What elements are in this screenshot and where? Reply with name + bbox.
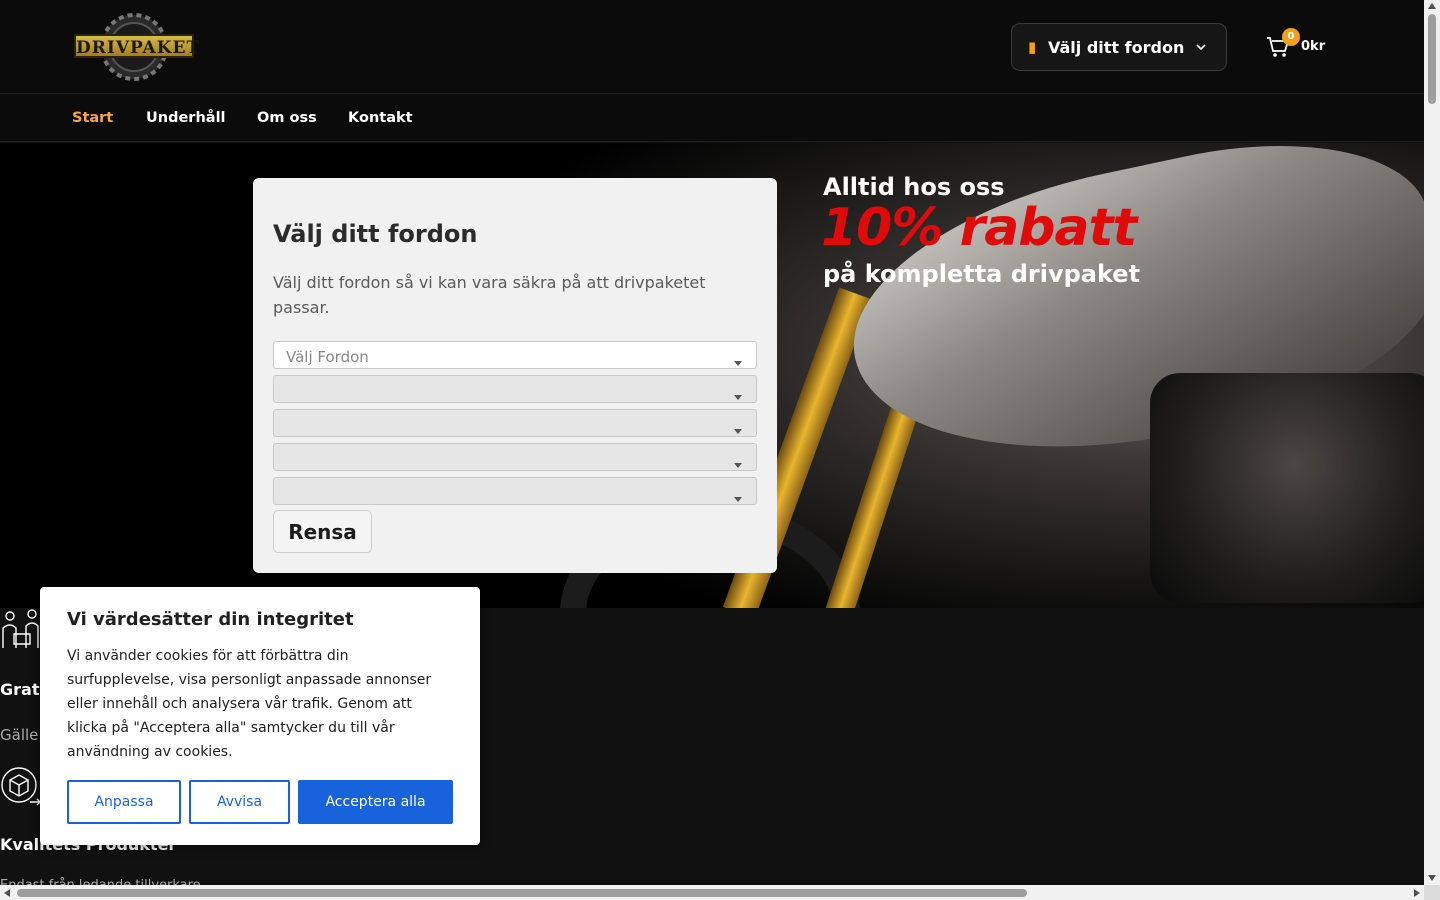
delivery-person-icon bbox=[2, 609, 39, 648]
scrollbar-corner bbox=[1424, 885, 1440, 900]
scroll-up-icon[interactable] bbox=[1428, 3, 1436, 9]
box-return-icon bbox=[1, 767, 41, 806]
vehicle-selector-title: Välj ditt fordon bbox=[273, 220, 478, 248]
vehicle-select[interactable]: Välj Fordon bbox=[273, 341, 757, 369]
vehicle-selector-card: Välj ditt fordon Välj ditt fordon så vi … bbox=[253, 178, 777, 573]
main-nav: Start Underhåll Om oss Kontakt bbox=[0, 95, 1424, 142]
promo-line-3: på kompletta drivpaket bbox=[823, 260, 1141, 288]
dropdown-arrow-icon bbox=[734, 463, 742, 468]
vehicle-select-placeholder: Välj Fordon bbox=[286, 348, 369, 366]
dropdown-arrow-icon bbox=[734, 429, 742, 434]
brand-select[interactable] bbox=[273, 375, 757, 403]
promo-discount: 10% rabatt bbox=[821, 198, 1137, 258]
nav-item-start[interactable]: Start bbox=[72, 110, 113, 126]
dropdown-arrow-icon bbox=[734, 361, 742, 366]
chevron-down-icon bbox=[1196, 44, 1206, 51]
scroll-down-icon[interactable] bbox=[1428, 875, 1436, 881]
vertical-scrollbar[interactable] bbox=[1424, 0, 1440, 885]
cookie-text: Vi använder cookies för att förbättra di… bbox=[67, 648, 432, 760]
variant-select[interactable] bbox=[273, 477, 757, 505]
scroll-left-icon[interactable] bbox=[4, 889, 10, 897]
cookie-title: Vi värdesätter din integritet bbox=[67, 609, 354, 630]
nav-item-om-oss[interactable]: Om oss bbox=[257, 110, 317, 126]
site-logo[interactable]: DRIVPAKET bbox=[72, 12, 199, 82]
dropdown-arrow-icon bbox=[734, 395, 742, 400]
motorcycle-icon: ▮ bbox=[1028, 38, 1037, 56]
cookie-consent-banner: Vi värdesätter din integritet Vi använde… bbox=[40, 587, 480, 845]
cart-total: 0kr bbox=[1301, 39, 1326, 54]
feature-subtitle: Gälle bbox=[0, 726, 39, 744]
motorcycle-engine-image bbox=[1150, 373, 1424, 603]
vehicle-selector-description: Välj ditt fordon så vi kan vara säkra på… bbox=[273, 273, 706, 317]
horizontal-scrollbar[interactable] bbox=[0, 885, 1424, 900]
scroll-right-icon[interactable] bbox=[1414, 889, 1420, 897]
logo-text: DRIVPAKET bbox=[74, 34, 199, 58]
choose-vehicle-button[interactable]: ▮ Välj ditt fordon bbox=[1011, 23, 1227, 71]
cart-button[interactable]: 0 0kr bbox=[1266, 28, 1336, 64]
clear-button[interactable]: Rensa bbox=[273, 510, 372, 553]
site-header: DRIVPAKET ▮ Välj ditt fordon 0 0kr bbox=[0, 0, 1424, 94]
vertical-scroll-thumb[interactable] bbox=[1428, 14, 1436, 104]
feature-title: Grat bbox=[0, 680, 40, 699]
cookie-reject-button[interactable]: Avvisa bbox=[189, 780, 290, 824]
year-select[interactable] bbox=[273, 443, 757, 471]
cookie-accept-all-button[interactable]: Acceptera alla bbox=[298, 780, 453, 824]
promo-line-1: Alltid hos oss bbox=[823, 173, 1005, 201]
horizontal-scroll-thumb[interactable] bbox=[17, 889, 1027, 897]
nav-item-underhall[interactable]: Underhåll bbox=[146, 110, 226, 126]
nav-item-kontakt[interactable]: Kontakt bbox=[348, 110, 413, 126]
choose-vehicle-label: Välj ditt fordon bbox=[1048, 37, 1185, 57]
cookie-customize-button[interactable]: Anpassa bbox=[67, 780, 181, 824]
model-select[interactable] bbox=[273, 409, 757, 437]
dropdown-arrow-icon bbox=[734, 497, 742, 502]
cart-count-badge: 0 bbox=[1282, 28, 1300, 46]
